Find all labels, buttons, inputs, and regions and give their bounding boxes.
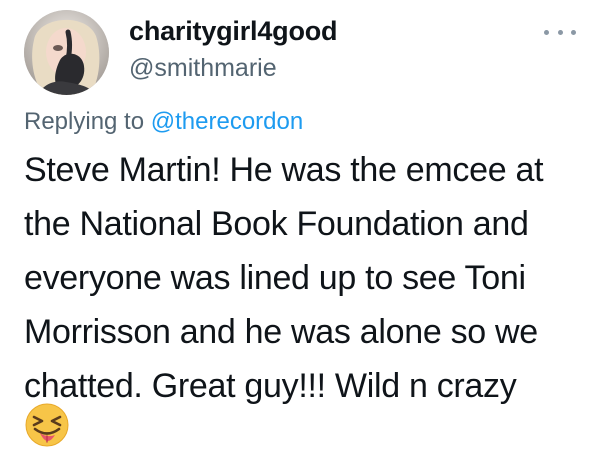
tweet-card: charitygirl4good @smithmarie Replying to… [0,0,599,463]
display-name[interactable]: charitygirl4good [129,16,338,47]
tweet-text-line: everyone was lined up to see Toni [24,259,526,297]
tweet-text-line: Steve Martin! He was the emcee at [24,151,544,189]
more-dot [571,29,576,35]
avatar-photo [24,10,109,95]
replying-mention-link[interactable]: @therecordon [151,108,303,135]
user-handle[interactable]: @smithmarie [129,54,277,83]
tweet-text: Steve Martin! He was the emcee at the Na… [24,143,590,413]
squinting-face-with-tongue-icon [25,403,69,447]
more-dot [544,29,549,35]
avatar[interactable] [24,10,109,95]
more-horizontal-icon[interactable] [544,22,576,42]
replying-to: Replying to @therecordon [24,108,303,136]
tweet-text-line: chatted. Great guy!!! Wild n crazy [24,367,517,405]
tweet-text-line: the National Book Foundation and [24,205,529,243]
tweet-text-line: Morrisson and he was alone so we [24,313,538,351]
replying-prefix: Replying to [24,108,151,135]
more-dot [557,29,563,35]
